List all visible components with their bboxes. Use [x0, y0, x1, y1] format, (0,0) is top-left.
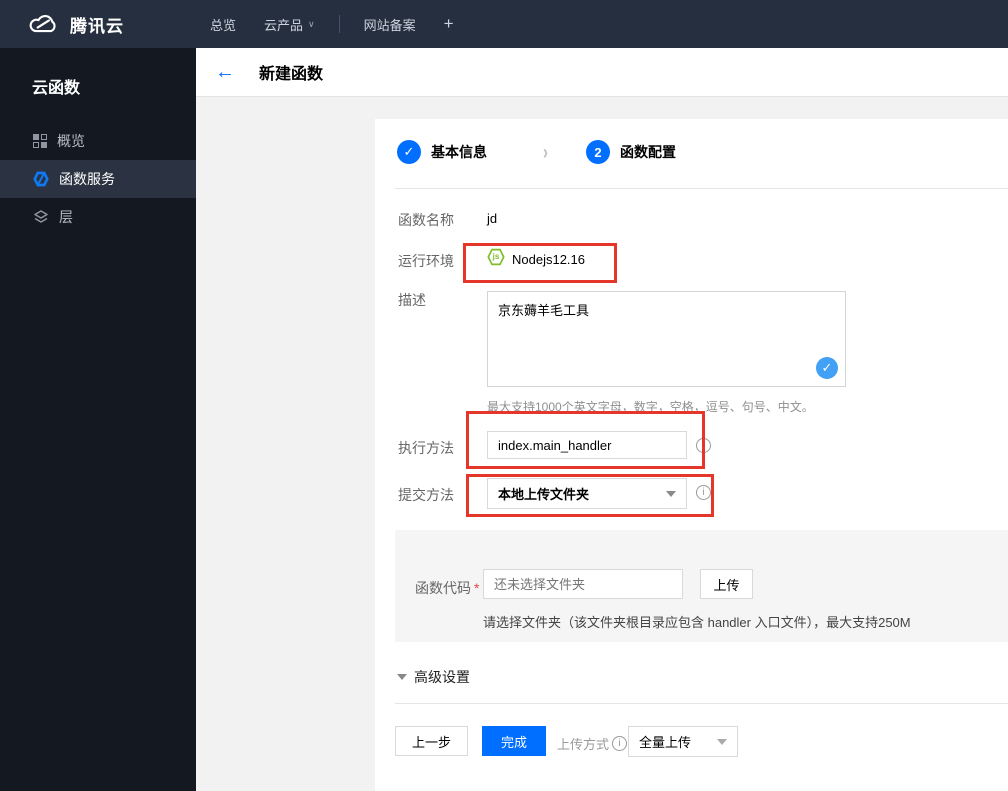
sidebar-item-label: 函数服务	[59, 171, 115, 187]
function-name-label: 函数名称	[398, 212, 454, 228]
back-button[interactable]: ←	[215, 62, 235, 82]
function-hexagon-icon	[33, 171, 49, 187]
function-name-value: jd	[487, 211, 498, 226]
valid-check-icon: ✓	[816, 357, 838, 379]
sidebar: 云函数 概览 函数服务 层	[0, 48, 196, 791]
brand[interactable]: 腾讯云	[0, 12, 196, 37]
description-label: 描述	[398, 292, 426, 308]
page-header: ← 新建函数	[196, 48, 1008, 97]
sidebar-item-layers[interactable]: 层	[0, 198, 196, 236]
upload-mode-info-icon[interactable]: i	[612, 736, 628, 751]
advanced-settings-toggle[interactable]: 高级设置	[397, 667, 470, 687]
submit-method-value: 本地上传文件夹	[498, 487, 590, 502]
advanced-settings-label: 高级设置	[414, 669, 470, 685]
previous-step-button[interactable]: 上一步	[395, 726, 468, 756]
sidebar-item-label: 概览	[57, 133, 85, 149]
folder-input[interactable]	[483, 569, 683, 599]
triangle-down-icon	[397, 674, 407, 680]
upload-mode-select[interactable]: 全量上传	[628, 726, 738, 757]
footer-divider	[395, 703, 1008, 704]
function-code-label: 函数代码 *	[415, 578, 479, 598]
folder-hint: 请选择文件夹（该文件夹根目录应包含 handler 入口文件），最大支持250M	[483, 615, 911, 630]
handler-label: 执行方法	[398, 440, 454, 456]
stepper: ✓ 基本信息 › 2 函数配置	[397, 140, 676, 164]
submit-method-select[interactable]: 本地上传文件夹	[487, 478, 687, 509]
nav-item-products-label: 云产品	[264, 17, 304, 33]
runtime-value: Nodejs12.16	[512, 252, 585, 267]
description-textarea[interactable]: 京东薅羊毛工具 ✓	[487, 291, 846, 387]
screen: 腾讯云 总览 云产品 ∨ 网站备案 + 云函数 概览 函数服务 层 ← 新建函数…	[0, 0, 1008, 791]
chevron-down-icon	[717, 738, 727, 745]
nav-divider	[338, 15, 340, 33]
runtime-label: 运行环境	[398, 253, 454, 269]
upload-button[interactable]: 上传	[700, 569, 753, 599]
nodejs-icon: js	[487, 248, 505, 266]
nav-items: 总览 云产品 ∨ 网站备案 +	[196, 14, 468, 34]
submit-method-label: 提交方法	[398, 487, 454, 503]
required-asterisk: *	[474, 580, 480, 596]
handler-info-icon[interactable]: i	[696, 438, 711, 453]
upload-mode-label: 上传方式 i	[557, 734, 628, 753]
sidebar-title: 云函数	[32, 80, 81, 97]
upload-mode-label-text: 上传方式	[557, 737, 610, 752]
function-code-label-text: 函数代码	[415, 580, 471, 596]
sidebar-item-function-service[interactable]: 函数服务	[0, 160, 196, 198]
submit-method-info-icon[interactable]: i	[696, 485, 711, 500]
step2-label: 函数配置	[620, 144, 676, 160]
nav-item-products[interactable]: 云产品 ∨	[250, 15, 329, 34]
step1-label: 基本信息	[431, 144, 487, 160]
description-text: 京东薅羊毛工具	[498, 303, 590, 318]
sidebar-item-overview[interactable]: 概览	[0, 122, 196, 160]
sidebar-item-label: 层	[59, 209, 73, 225]
step2-number: 2	[586, 140, 610, 164]
add-tab-button[interactable]: +	[430, 14, 468, 34]
top-navbar: 腾讯云 总览 云产品 ∨ 网站备案 +	[0, 0, 1008, 48]
create-function-card: ✓ 基本信息 › 2 函数配置 函数名称 jd 运行环境 js Nodejs12…	[375, 119, 1008, 791]
chevron-down-icon	[666, 490, 676, 497]
handler-input[interactable]	[487, 431, 687, 459]
grid-icon	[33, 134, 47, 148]
brand-name: 腾讯云	[70, 16, 124, 36]
layers-icon	[34, 210, 48, 223]
chevron-down-icon: ∨	[308, 18, 315, 29]
nav-item-overview[interactable]: 总览	[196, 15, 250, 34]
function-code-section: 函数代码* 上传 请选择文件夹（该文件夹根目录应包含 handler 入口文件）…	[395, 530, 1008, 642]
tencent-cloud-logo-icon	[29, 15, 56, 33]
step-chevron-icon: ›	[543, 140, 548, 164]
finish-button[interactable]: 完成	[482, 726, 546, 756]
nav-item-icp[interactable]: 网站备案	[350, 15, 430, 34]
step1-check-icon: ✓	[397, 140, 421, 164]
page-title: 新建函数	[259, 66, 324, 83]
upload-mode-value: 全量上传	[639, 735, 692, 750]
description-hint: 最大支持1000个英文字母，数字，空格，逗号、句号、中文。	[487, 400, 814, 414]
stepper-divider	[395, 188, 1008, 189]
